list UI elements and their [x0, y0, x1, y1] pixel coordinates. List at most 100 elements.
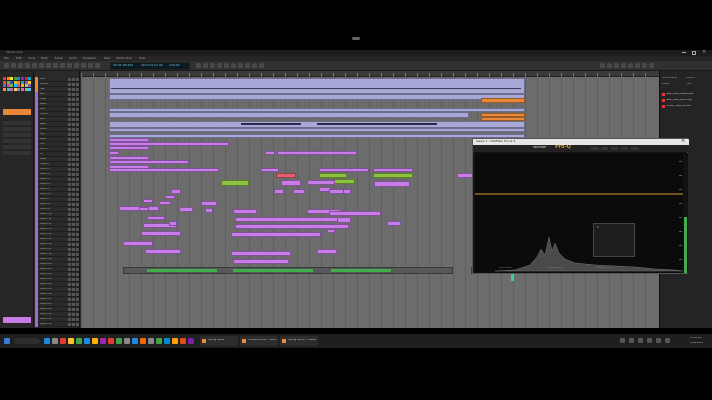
arrange-clip[interactable]	[147, 216, 165, 220]
track-button[interactable]	[68, 323, 71, 326]
color-swatch[interactable]	[13, 77, 17, 80]
track-button[interactable]	[76, 198, 79, 201]
track-button[interactable]	[76, 163, 79, 166]
track-button[interactable]	[76, 103, 79, 106]
track-button[interactable]	[72, 183, 75, 186]
track-button[interactable]	[72, 143, 75, 146]
plugin-header-button[interactable]	[591, 147, 598, 150]
arrange-clip[interactable]	[233, 259, 289, 264]
track-button[interactable]	[76, 268, 79, 271]
toolbar-button[interactable]	[628, 63, 633, 68]
plugin-header-button[interactable]	[601, 147, 608, 150]
toolbar-button[interactable]	[224, 63, 229, 68]
plugin-header-button[interactable]	[621, 147, 628, 150]
track-button[interactable]	[76, 168, 79, 171]
track-button[interactable]	[68, 248, 71, 251]
track-button[interactable]	[72, 198, 75, 201]
color-swatch[interactable]	[21, 80, 24, 84]
toolbar-button[interactable]	[252, 63, 257, 68]
track-button[interactable]	[72, 113, 75, 116]
track-button[interactable]	[68, 283, 71, 286]
tray-icon[interactable]	[620, 338, 625, 343]
track-button[interactable]	[72, 323, 75, 326]
track-button[interactable]	[68, 183, 71, 186]
track-button[interactable]	[68, 133, 71, 136]
toolbar-button[interactable]	[95, 63, 100, 68]
track-button[interactable]	[68, 78, 71, 81]
track-button[interactable]	[68, 168, 71, 171]
track-button[interactable]	[76, 173, 79, 176]
track-button[interactable]	[68, 103, 71, 106]
menu-item[interactable]: Song	[28, 57, 35, 60]
track-button[interactable]	[76, 223, 79, 226]
track-button[interactable]	[68, 258, 71, 261]
arrange-clip[interactable]	[109, 112, 469, 118]
maximize-icon[interactable]	[692, 51, 696, 55]
track-button[interactable]	[76, 83, 79, 86]
toolbar-button[interactable]	[39, 63, 44, 68]
toolbar-button[interactable]	[231, 63, 236, 68]
track-button[interactable]	[76, 188, 79, 191]
arrange-clip[interactable]	[329, 211, 381, 216]
track-button[interactable]	[72, 108, 75, 111]
track-button[interactable]	[72, 118, 75, 121]
browser-tab[interactable]: Effects	[686, 77, 695, 80]
taskbar-app-icon[interactable]	[164, 338, 170, 344]
track-button[interactable]	[72, 308, 75, 311]
plugin-footer-left[interactable]: MIDI Learn	[499, 267, 512, 270]
menu-item[interactable]: File	[4, 57, 9, 60]
toolbar-button[interactable]	[245, 63, 250, 68]
arrange-clip[interactable]	[235, 217, 351, 222]
track-button[interactable]	[68, 153, 71, 156]
taskbar-window-tab[interactable]: Mixing Guide	[200, 336, 238, 346]
arrange-clip[interactable]	[159, 201, 171, 205]
track-button[interactable]	[76, 218, 79, 221]
transport-display[interactable]: 00:01:38.295 0074.01.01.00 130.00	[110, 62, 190, 70]
arrange-clip[interactable]	[261, 168, 279, 172]
color-swatch[interactable]	[10, 80, 14, 84]
arrange-clip[interactable]	[317, 249, 337, 254]
track-button[interactable]	[68, 273, 71, 276]
track-button[interactable]	[72, 203, 75, 206]
color-swatch[interactable]	[17, 87, 21, 91]
track-button[interactable]	[72, 193, 75, 196]
color-swatch[interactable]	[6, 84, 10, 88]
track-button[interactable]	[68, 118, 71, 121]
track-button[interactable]	[68, 83, 71, 86]
arrange-clip[interactable]	[109, 168, 219, 172]
toolbar-button[interactable]	[46, 63, 51, 68]
color-swatch[interactable]	[28, 77, 32, 80]
track-button[interactable]	[72, 128, 75, 131]
color-swatch[interactable]	[21, 87, 24, 91]
track-button[interactable]	[76, 158, 79, 161]
plugin-footer-mid[interactable]: Zero Latency	[547, 267, 563, 270]
track-button[interactable]	[68, 308, 71, 311]
track-button[interactable]	[76, 233, 79, 236]
color-swatch[interactable]	[13, 80, 17, 84]
arrange-clip[interactable]	[319, 168, 369, 172]
color-swatch[interactable]	[24, 84, 28, 88]
track-button[interactable]	[76, 258, 79, 261]
taskbar-app-icon[interactable]	[116, 338, 122, 344]
track-button[interactable]	[72, 103, 75, 106]
color-swatch[interactable]	[21, 77, 24, 80]
track-button[interactable]	[72, 233, 75, 236]
browser-tab[interactable]: Loops	[662, 83, 669, 86]
track-button[interactable]	[68, 253, 71, 256]
track-button[interactable]	[72, 123, 75, 126]
track-button[interactable]	[76, 313, 79, 316]
browser-item[interactable]: New_Idea_Stems.zip	[666, 99, 710, 102]
taskbar-app-icon[interactable]	[132, 338, 138, 344]
track-header[interactable]: Audio 32	[35, 322, 80, 327]
taskbar-app-icon[interactable]	[172, 338, 178, 344]
color-swatch[interactable]	[10, 77, 14, 80]
color-swatch[interactable]	[17, 84, 21, 88]
track-button[interactable]	[68, 108, 71, 111]
color-swatch[interactable]	[24, 80, 28, 84]
track-button[interactable]	[76, 123, 79, 126]
menu-item[interactable]: Event	[55, 57, 63, 60]
color-swatch[interactable]	[13, 84, 17, 88]
track-button[interactable]	[72, 223, 75, 226]
track-button[interactable]	[72, 138, 75, 141]
arrange-clip[interactable]	[109, 146, 149, 150]
